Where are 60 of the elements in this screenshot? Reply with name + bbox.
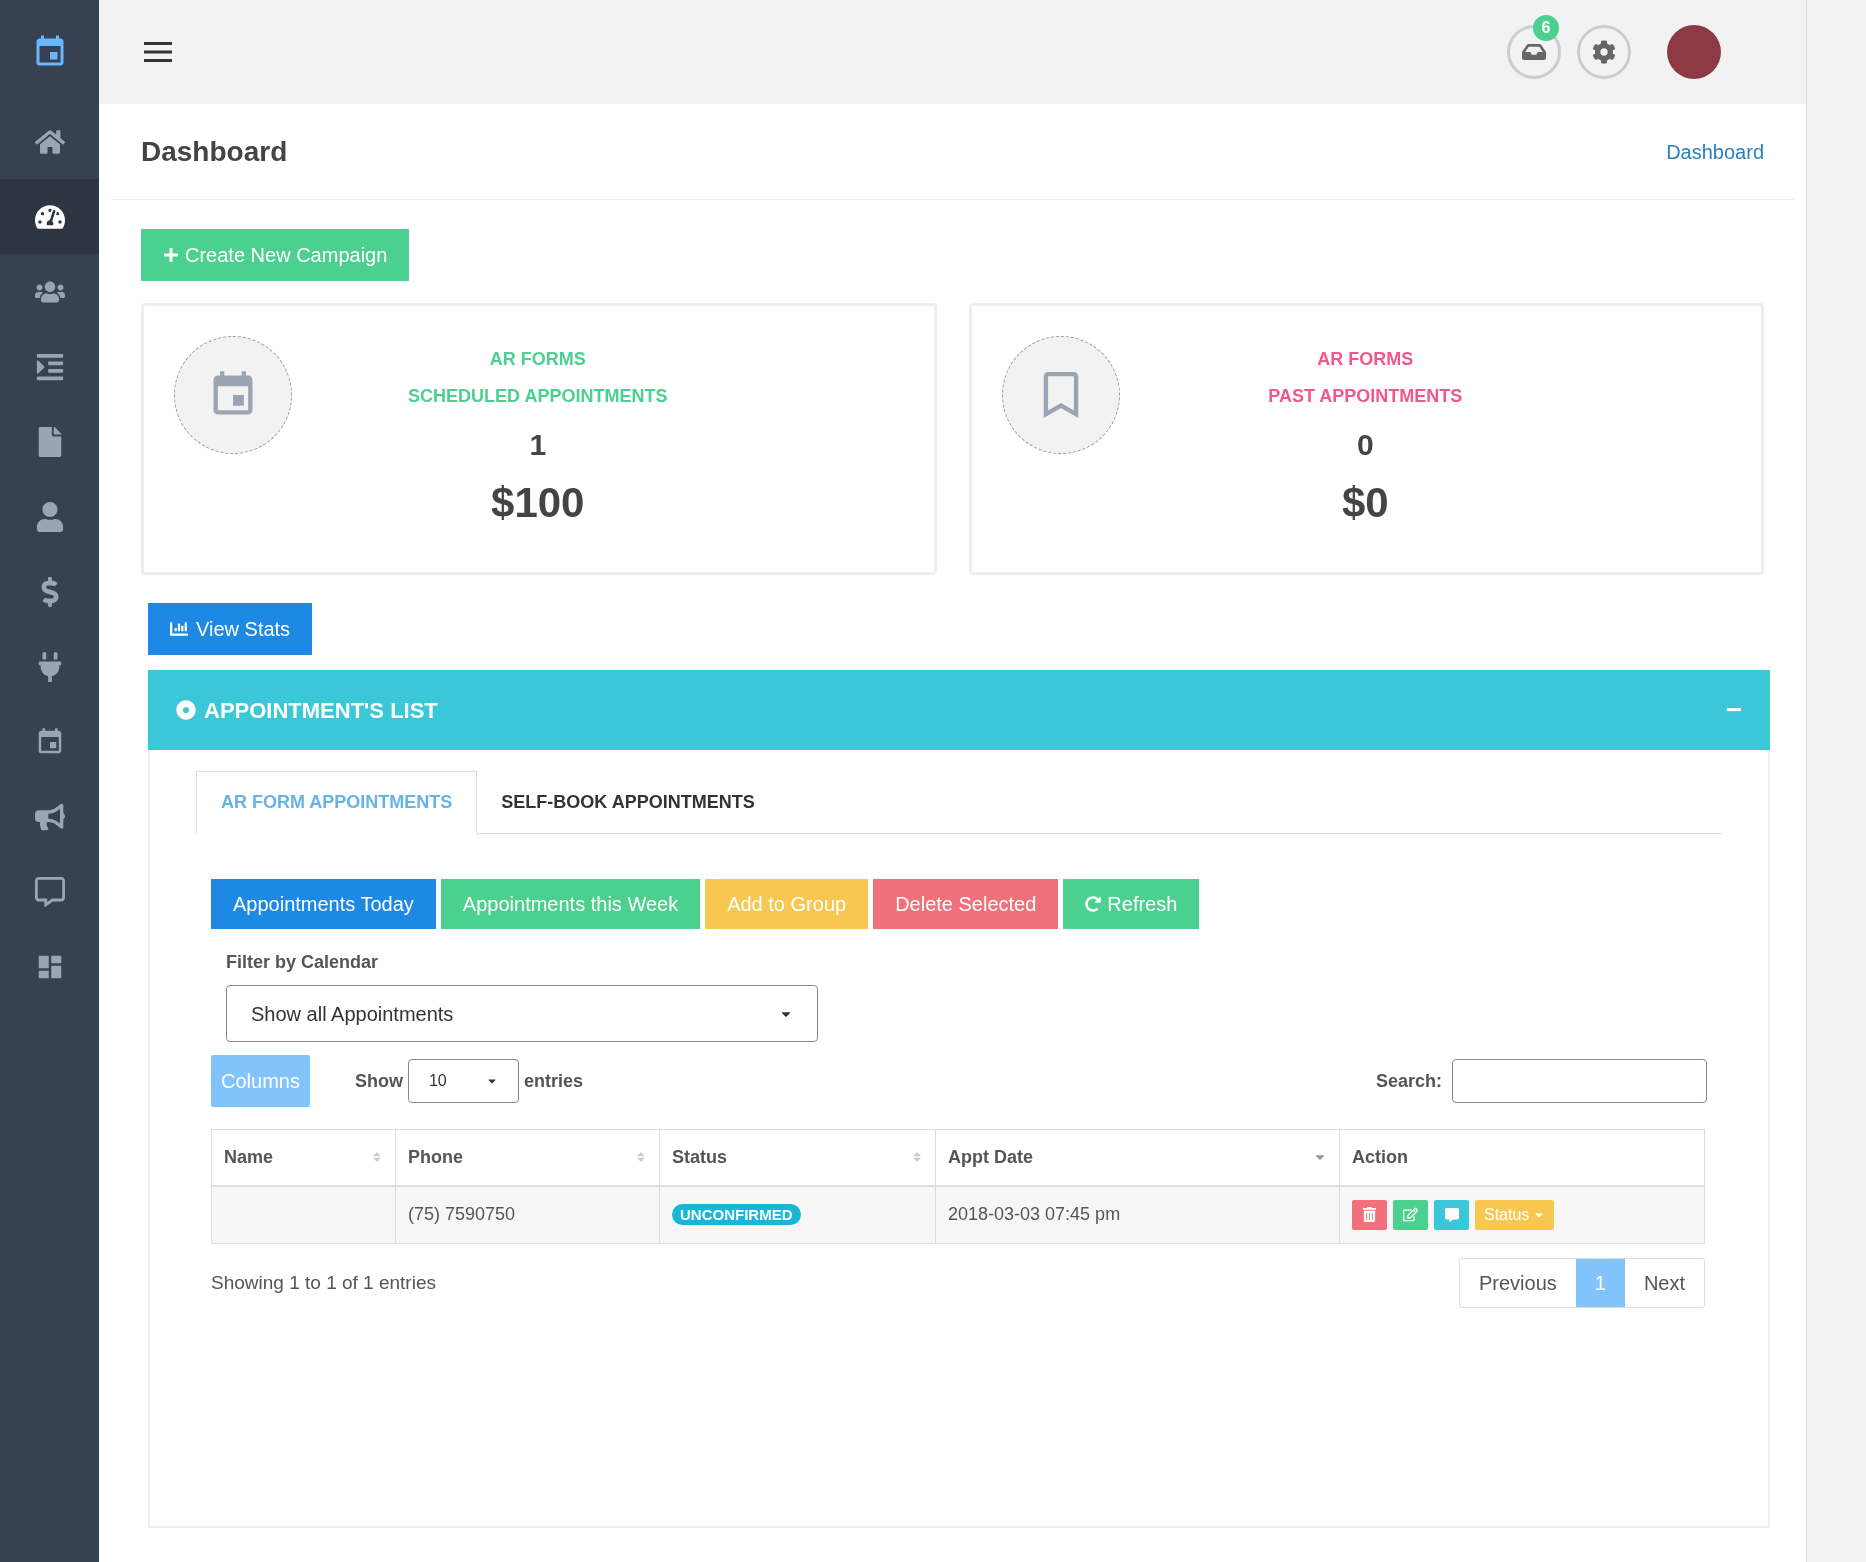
megaphone-icon [34,801,65,832]
view-stats-button[interactable]: View Stats [148,603,313,655]
avatar[interactable] [1667,25,1721,79]
sort-icon [911,1151,923,1164]
list-icon [34,351,65,382]
table-info: Showing 1 to 1 of 1 entries [211,1270,436,1295]
action-button[interactable]: Refresh [1063,879,1200,929]
filter-label: Filter by Calendar [226,951,380,974]
card-subtitle: SCHEDULED APPOINTMENTS [408,385,668,408]
card-count: 1 [529,427,547,463]
columns-button[interactable]: Columns [211,1055,310,1107]
delete-button[interactable] [1352,1199,1387,1230]
notification-badge: 6 [1533,15,1559,41]
pagination-button[interactable]: 1 [1575,1259,1625,1307]
sort-icon [635,1151,647,1164]
card-count: 0 [1356,427,1374,463]
card-amount: $0 [1341,478,1389,528]
search-label: Search: [1375,1069,1442,1093]
trash-icon [1362,1207,1377,1223]
tab[interactable]: SELF-BOOK APPOINTMENTS [477,771,779,833]
pagination-button[interactable]: Previous [1459,1259,1576,1307]
chat-icon [1444,1207,1459,1222]
card-amount: $100 [491,478,585,528]
sidebar-item[interactable] [0,179,99,254]
column-header[interactable]: Action [1339,1129,1705,1186]
status-badge: UNCONFIRMED [672,1204,801,1226]
bar-chart-icon [170,620,188,638]
settings-button[interactable] [1577,25,1631,79]
card-subtitle: PAST APPOINTMENTS [1268,385,1463,408]
table-cell: (75) 7590750 [395,1185,660,1244]
collapse-button[interactable]: − [1725,689,1742,731]
settings-icon [1592,40,1616,64]
person-icon [34,501,65,532]
plus-icon [163,247,179,263]
page-size-select[interactable]: 10 [407,1059,519,1103]
column-header[interactable]: Appt Date [935,1129,1340,1186]
create-campaign-button[interactable]: Create New Campaign [141,229,410,281]
column-header[interactable]: Name [211,1129,396,1186]
menu-icon[interactable] [144,42,172,62]
breadcrumb-link[interactable]: Dashboard [1666,136,1764,167]
panel-title: APPOINTMENT'S LIST [204,696,438,725]
show-label: Show [354,1069,403,1093]
search-field[interactable] [1452,1059,1707,1103]
tab[interactable]: AR FORM APPOINTMENTS [196,771,478,834]
column-header[interactable]: Phone [395,1129,660,1186]
column-header[interactable]: Status [659,1129,936,1186]
entries-label: entries [523,1069,583,1093]
sort-icon [371,1151,383,1164]
table-cell: 2018-03-03 07:45 pm [935,1185,1340,1244]
card-title: AR FORMS [1317,348,1414,371]
refresh-icon [1085,896,1102,912]
calendar-select[interactable]: Show all Appointments [226,985,818,1042]
action-button[interactable]: Appointments this Week [440,879,701,929]
action-button[interactable]: Delete Selected [873,879,1059,929]
chat-icon [34,876,65,907]
action-button[interactable]: Appointments Today [211,879,436,929]
page-title: Dashboard [141,134,288,169]
edit-icon [1403,1207,1418,1223]
pagination-button[interactable]: Next [1624,1259,1704,1307]
card-title: AR FORMS [489,348,586,371]
